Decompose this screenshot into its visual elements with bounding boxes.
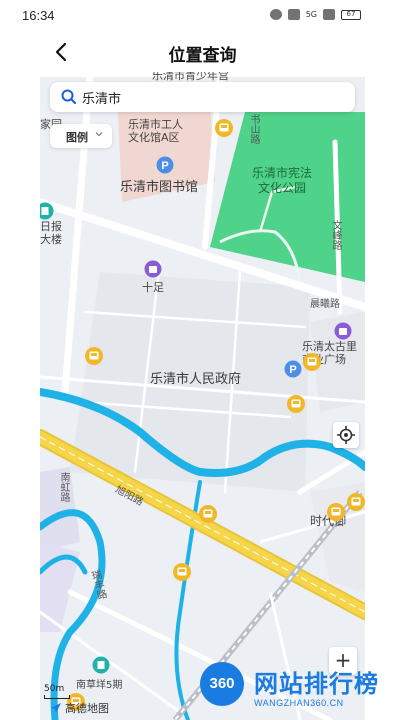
site-watermark: 360 网站排行榜 WANGZHAN360.CN [196, 660, 405, 720]
page-title: 位置查询 [168, 46, 237, 66]
landmark-icon[interactable] [40, 202, 54, 220]
nanhong-road-label: 南虹路 [58, 472, 69, 502]
park-label: 乐清市宪法 文化公园 [252, 166, 313, 195]
map-provider-logo: 高德地图 [50, 700, 109, 716]
bus-stop-icon[interactable] [198, 504, 218, 524]
navigation-arrow-icon [51, 703, 61, 713]
map-view[interactable]: 乐清市青少年宫 家园 乐清市工人 文化馆A区 乐清市图书馆 乐清市宪法 文化公园… [40, 72, 365, 720]
bus-stop-icon[interactable] [84, 346, 104, 366]
scale-label: 50m [44, 684, 65, 694]
location-status-icon [269, 9, 282, 20]
locate-button[interactable] [333, 422, 359, 448]
wifi-icon [323, 9, 335, 20]
crosshair-icon [337, 426, 355, 444]
bus-stop-icon[interactable] [214, 118, 234, 138]
watermark-badge: 360 [200, 662, 244, 706]
bus-stop-icon[interactable] [346, 492, 365, 512]
signal-icon [287, 9, 300, 20]
legend-label: 图例 [66, 131, 88, 144]
nancaoyang-label: 南草垟5期 [76, 680, 123, 691]
svg-text:P: P [161, 160, 168, 172]
bus-stop-icon[interactable] [172, 562, 192, 582]
bus-stop-icon[interactable] [286, 394, 306, 414]
parking-icon[interactable]: P [284, 360, 302, 378]
shushan-road-label: 书山路 [248, 114, 259, 144]
map-base [40, 72, 365, 720]
library-label: 乐清市图书馆 [120, 180, 199, 195]
ribao-label: 日报 大楼 [40, 220, 62, 246]
status-time: 16:34 [22, 8, 55, 23]
search-box[interactable] [50, 82, 355, 112]
battery-icon: 67 [341, 9, 361, 20]
watermark-name: 网站排行榜 [254, 670, 379, 698]
bus-stop-icon[interactable] [302, 352, 322, 372]
search-icon [61, 89, 77, 105]
culture-hall-label: 乐清市工人 文化馆A区 [128, 118, 183, 144]
chenxi-road-label: 晨曦路 [310, 299, 340, 310]
parking-icon[interactable]: P [156, 156, 174, 174]
map-provider-name: 高德地图 [65, 702, 109, 715]
svg-text:P: P [289, 364, 296, 376]
scale-bar: 50m [44, 684, 70, 699]
search-input[interactable] [82, 87, 332, 107]
status-icons: 5G 67 [269, 9, 361, 20]
watermark-url: WANGZHAN360.CN [254, 698, 344, 708]
wenfeng-road-label: 文峰路 [330, 220, 341, 250]
government-label: 乐清市人民政府 [150, 372, 242, 387]
nav-bar: 位置查询 [0, 32, 405, 72]
bus-stop-icon[interactable] [326, 502, 346, 522]
shizu-label: 十足 [142, 281, 164, 294]
shop-icon[interactable] [144, 260, 162, 278]
network-5g-icon: 5G [305, 10, 317, 19]
status-bar: 16:34 5G 67 [0, 0, 405, 32]
legend-button[interactable]: 图例 [50, 124, 112, 148]
shop-icon[interactable] [334, 322, 352, 340]
landmark-icon[interactable] [92, 656, 110, 674]
chevron-down-icon [95, 132, 103, 137]
